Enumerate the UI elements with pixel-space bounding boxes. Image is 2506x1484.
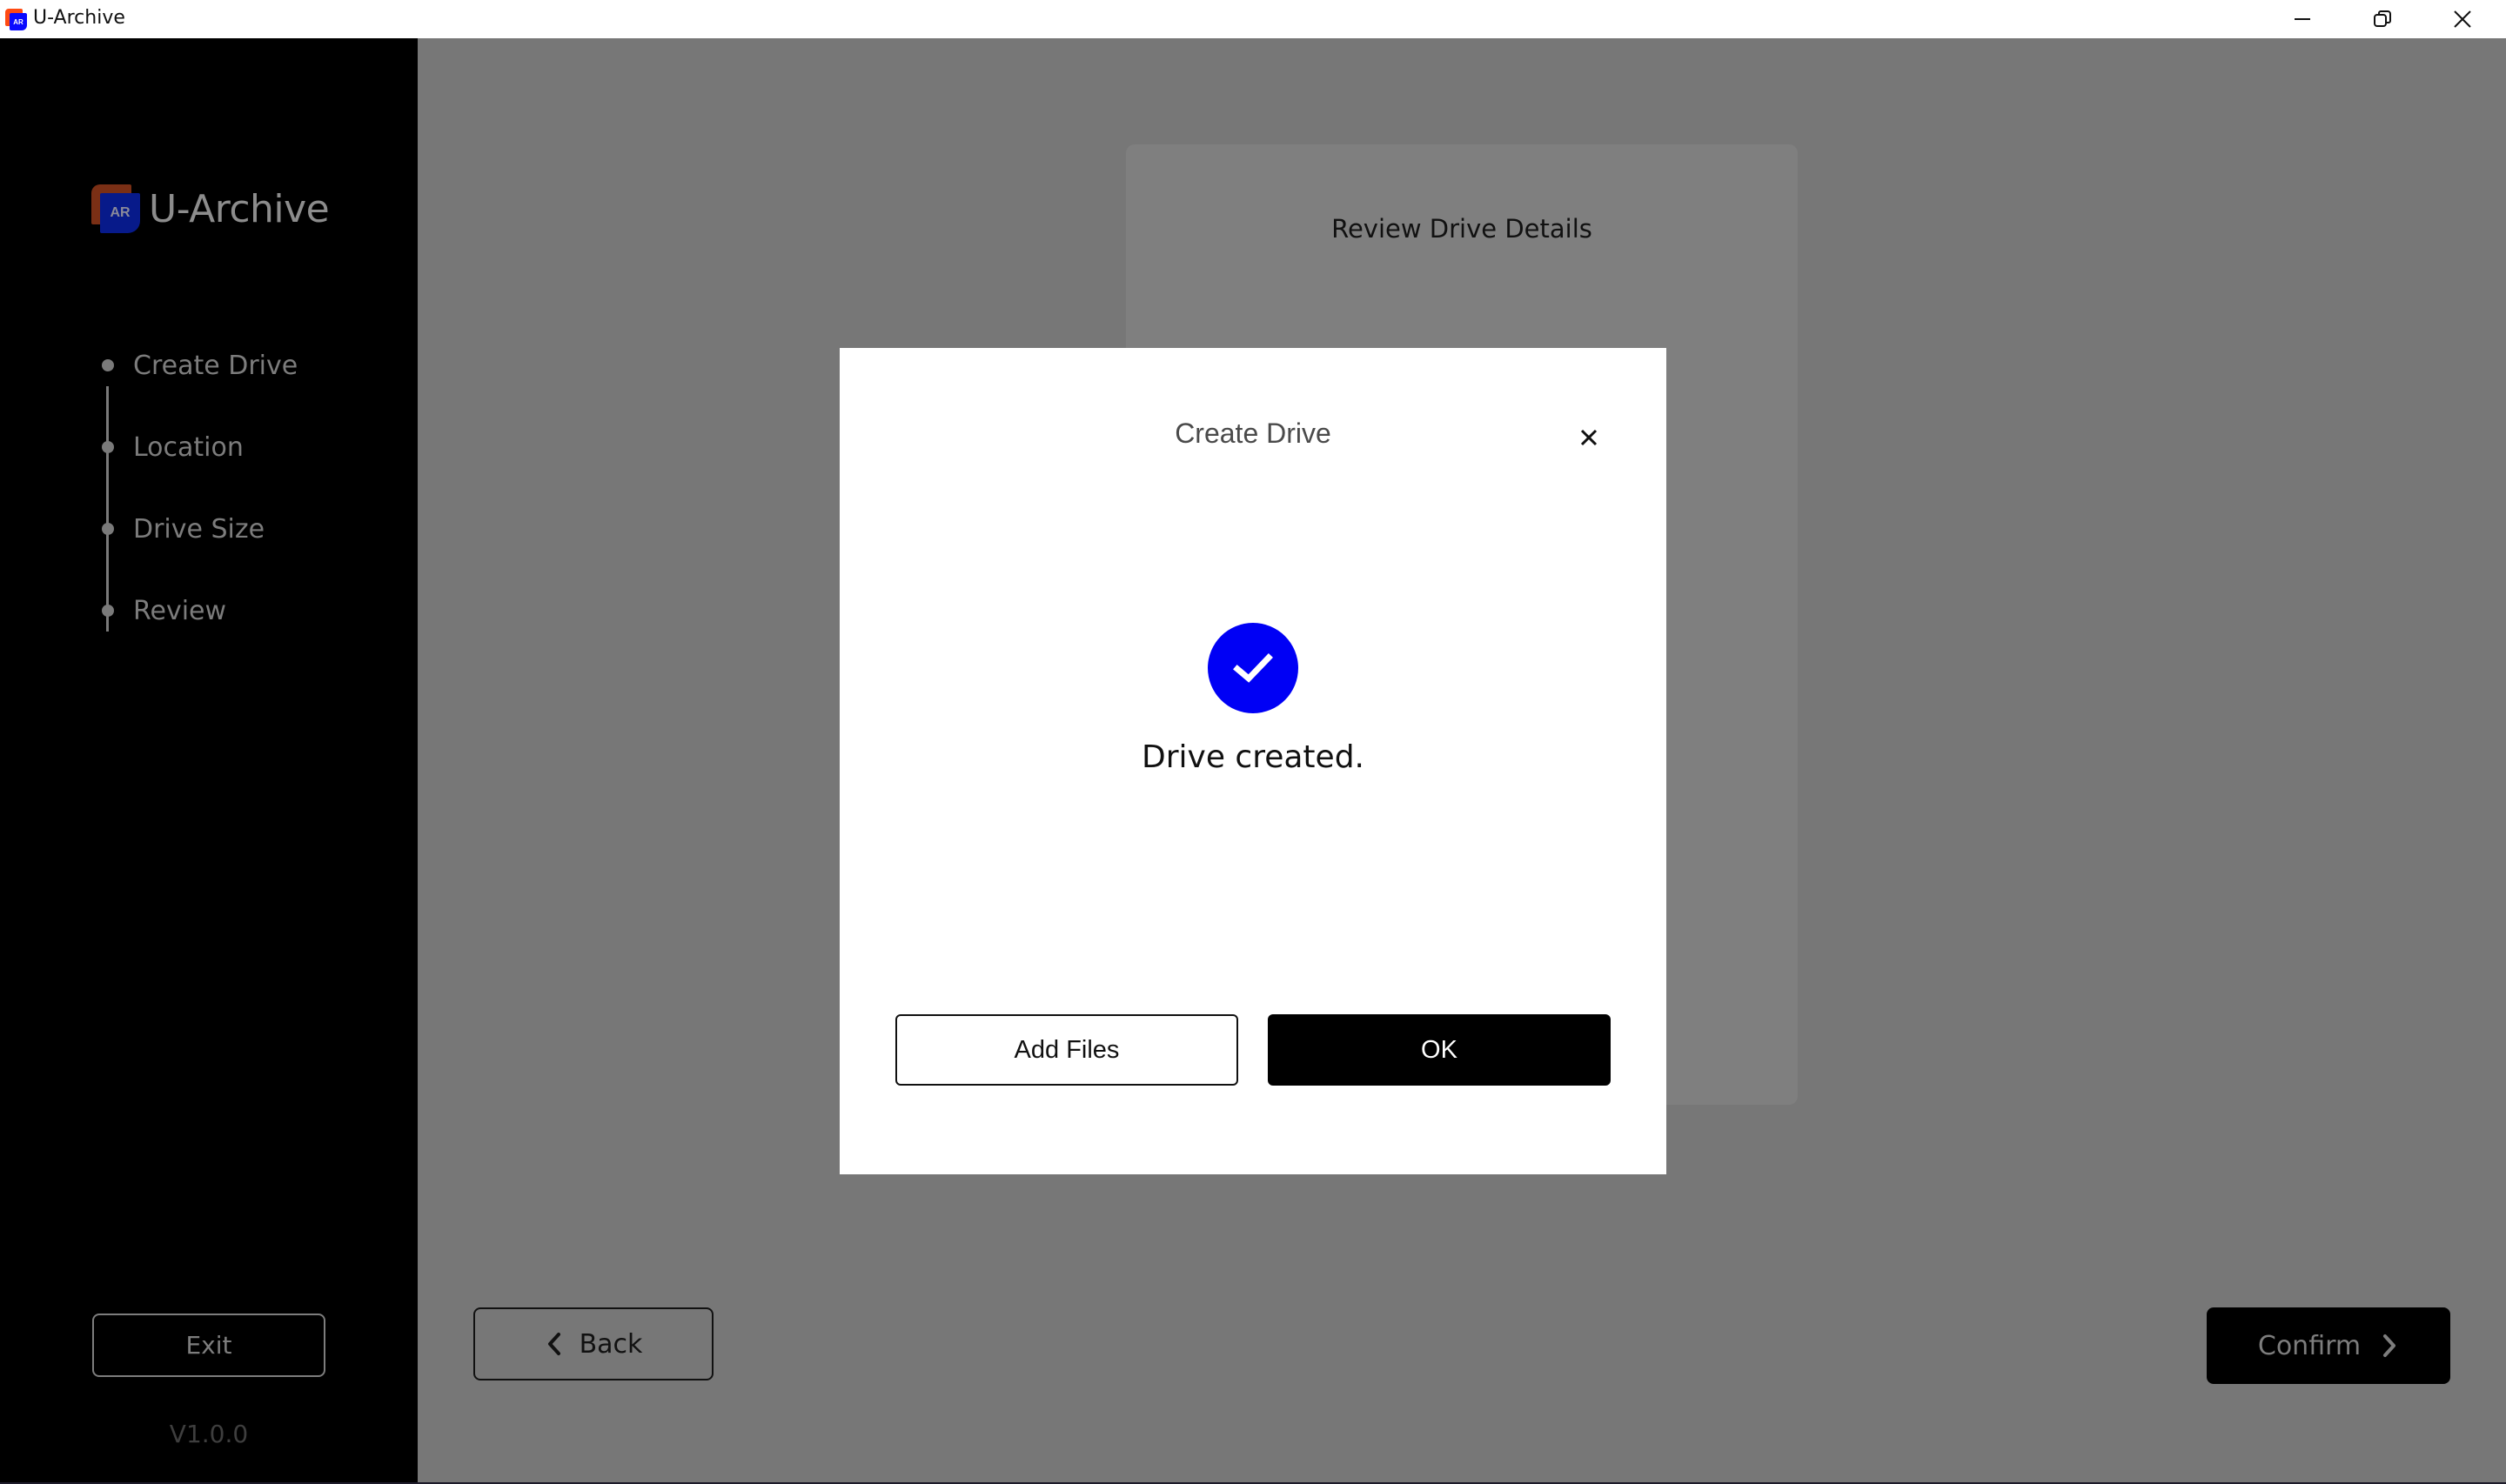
step-dot-icon — [102, 441, 114, 453]
version-label: V1.0.0 — [169, 1420, 249, 1448]
add-files-button[interactable]: Add Files — [895, 1014, 1238, 1086]
success-message: Drive created. — [1142, 739, 1364, 775]
confirm-button[interactable]: Confirm — [2207, 1307, 2450, 1384]
close-icon — [2454, 10, 2471, 28]
create-drive-dialog: Create Drive Drive created. Add Files OK — [840, 348, 1666, 1174]
step-dot-icon — [102, 605, 114, 617]
restore-button[interactable] — [2342, 0, 2422, 38]
step-dot-icon — [102, 523, 114, 535]
review-card-title: Review Drive Details — [1331, 214, 1592, 244]
logo-mark-icon: AR — [91, 184, 140, 233]
title-bar: AR U-Archive — [0, 0, 2506, 38]
minimize-button[interactable] — [2262, 0, 2342, 38]
dialog-close-button[interactable] — [1571, 419, 1607, 456]
step-dot-icon — [102, 359, 114, 371]
app-logo-icon: AR — [5, 9, 28, 31]
step-review: Review — [96, 593, 226, 628]
close-window-button[interactable] — [2422, 0, 2503, 38]
minimize-icon — [2295, 18, 2310, 20]
window-title: U-Archive — [33, 7, 125, 29]
success-check-icon — [1208, 623, 1298, 713]
logo-text: U-Archive — [149, 186, 330, 231]
step-location: Location — [96, 430, 244, 465]
exit-button[interactable]: Exit — [92, 1314, 325, 1377]
chevron-right-icon — [2383, 1334, 2396, 1357]
step-create-drive: Create Drive — [96, 348, 298, 383]
chevron-left-icon — [547, 1333, 560, 1355]
restore-icon — [2374, 10, 2391, 27]
step-drive-size: Drive Size — [96, 511, 265, 546]
dialog-title: Create Drive — [1175, 418, 1331, 449]
ok-button[interactable]: OK — [1268, 1014, 1611, 1086]
app-logo: AR U-Archive — [91, 183, 330, 235]
back-button[interactable]: Back — [473, 1307, 714, 1380]
sidebar: AR U-Archive Create Drive Location Drive… — [0, 38, 418, 1482]
close-icon — [1580, 429, 1598, 446]
